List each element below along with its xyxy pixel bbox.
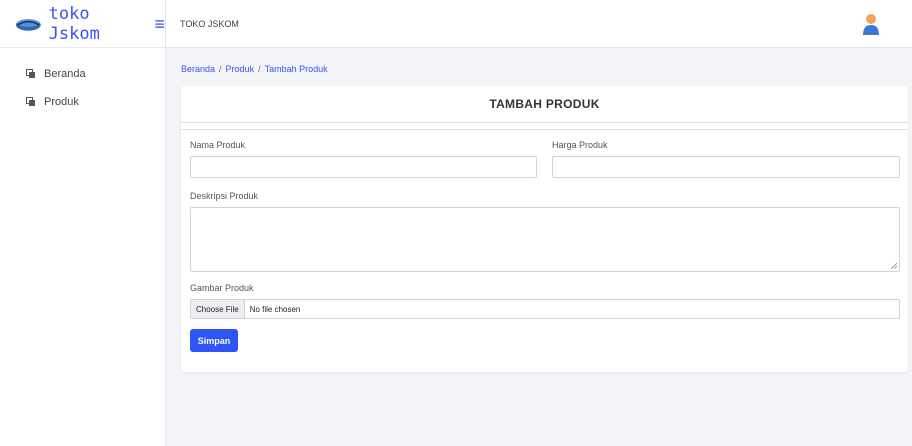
topbar: TOKO JSKOM	[166, 0, 912, 48]
brand-name[interactable]: toko Jskom	[49, 4, 147, 44]
resize-handle-icon[interactable]	[891, 263, 897, 269]
sidebar-item-produk[interactable]: Produk	[0, 88, 165, 116]
gambar-produk-label: Gambar Produk	[190, 283, 254, 293]
deskripsi-produk-textarea[interactable]	[190, 207, 900, 272]
breadcrumb-item-beranda[interactable]: Beranda	[181, 64, 215, 74]
harga-produk-input[interactable]	[552, 156, 900, 178]
deskripsi-produk-label: Deskripsi Produk	[190, 191, 259, 201]
user-avatar-icon[interactable]	[862, 13, 880, 37]
copy-icon	[26, 97, 35, 106]
choose-file-button[interactable]: Choose File	[191, 300, 245, 318]
sidebar-item-label: Produk	[44, 96, 79, 108]
copy-icon	[26, 69, 35, 78]
hamburger-menu-icon[interactable]: ≡	[154, 15, 165, 33]
simpan-button[interactable]: Simpan	[190, 329, 238, 352]
breadcrumb-separator: /	[258, 64, 261, 74]
breadcrumb-item-current: Tambah Produk	[264, 64, 328, 74]
card-divider	[181, 122, 908, 123]
nama-produk-label: Nama Produk	[190, 140, 246, 150]
topbar-title: TOKO JSKOM	[180, 18, 239, 29]
sidebar: toko Jskom ≡ Beranda Produk	[0, 0, 166, 446]
sidebar-nav: Beranda Produk	[0, 48, 165, 116]
sidebar-item-beranda[interactable]: Beranda	[0, 60, 165, 88]
app-root: toko Jskom ≡ Beranda Produk TOKO JSKOM B…	[0, 0, 912, 446]
sidebar-item-label: Beranda	[44, 68, 86, 80]
tambah-produk-card: TAMBAH PRODUK Nama Produk Harga Produk D…	[181, 86, 908, 372]
card-divider	[181, 129, 908, 130]
card-title: TAMBAH PRODUK	[489, 97, 600, 111]
gambar-produk-file-input[interactable]: Choose File No file chosen	[190, 299, 900, 319]
file-status-text: No file chosen	[249, 304, 301, 314]
breadcrumb: Beranda / Produk / Tambah Produk	[181, 64, 328, 74]
brand-header: toko Jskom ≡	[0, 0, 165, 48]
harga-produk-label: Harga Produk	[552, 140, 608, 150]
nama-produk-input[interactable]	[190, 156, 537, 178]
breadcrumb-separator: /	[219, 64, 222, 74]
brand-logo-icon	[15, 18, 41, 31]
breadcrumb-item-produk[interactable]: Produk	[226, 64, 255, 74]
